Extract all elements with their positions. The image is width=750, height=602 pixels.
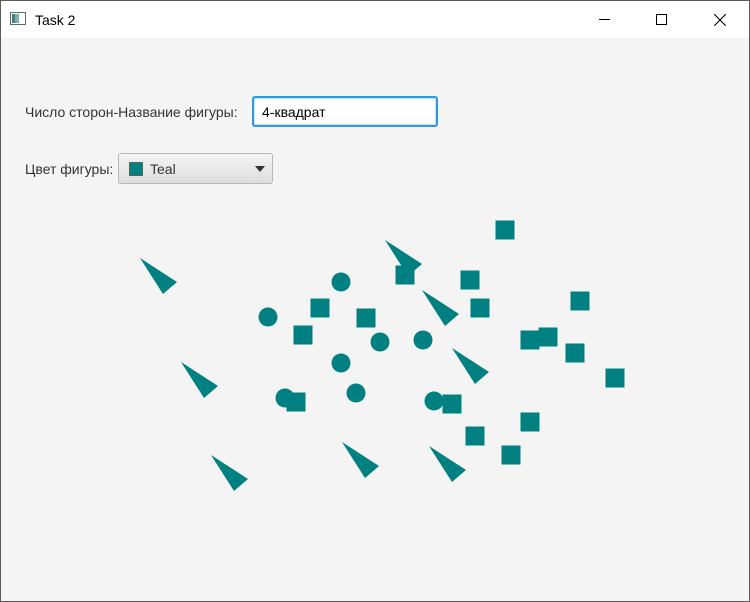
drawing-canvas[interactable] [1,38,749,601]
triangle-shape [452,348,489,384]
circle-shape [346,383,366,403]
circle-shape [370,332,390,352]
square-shape [470,298,490,318]
square-shape [570,291,590,311]
close-icon [714,13,726,26]
square-shape [605,368,625,388]
circle-shape [331,353,351,373]
app-window-icon [10,12,26,25]
minimize-icon [598,19,610,20]
triangle-shape [422,290,459,326]
circle-shape [413,330,433,350]
circle-shape [424,391,444,411]
square-shape [442,394,462,414]
square-shape [465,426,485,446]
square-shape [538,327,558,347]
square-shape [565,343,585,363]
circle-shape [275,388,295,408]
title-bar[interactable]: Task 2 [1,1,749,38]
triangle-shape [211,455,248,491]
circle-shape [331,272,351,292]
square-shape [293,325,313,345]
square-shape [520,330,540,350]
circle-shape [258,307,278,327]
triangle-shape [342,442,379,478]
square-shape [520,412,540,432]
close-button[interactable] [697,1,743,38]
square-shape [501,445,521,465]
maximize-icon [655,14,667,25]
triangle-shape [429,446,466,482]
minimize-button[interactable] [581,1,627,38]
square-shape [460,270,480,290]
triangle-shape [140,258,177,294]
square-shape [495,220,515,240]
app-window: Task 2 Число сторон-Название фигуры: Цве… [0,0,750,602]
window-title: Task 2 [35,12,76,28]
maximize-button[interactable] [638,1,684,38]
square-shape [356,308,376,328]
square-shape [310,298,330,318]
triangle-shape [181,362,218,398]
